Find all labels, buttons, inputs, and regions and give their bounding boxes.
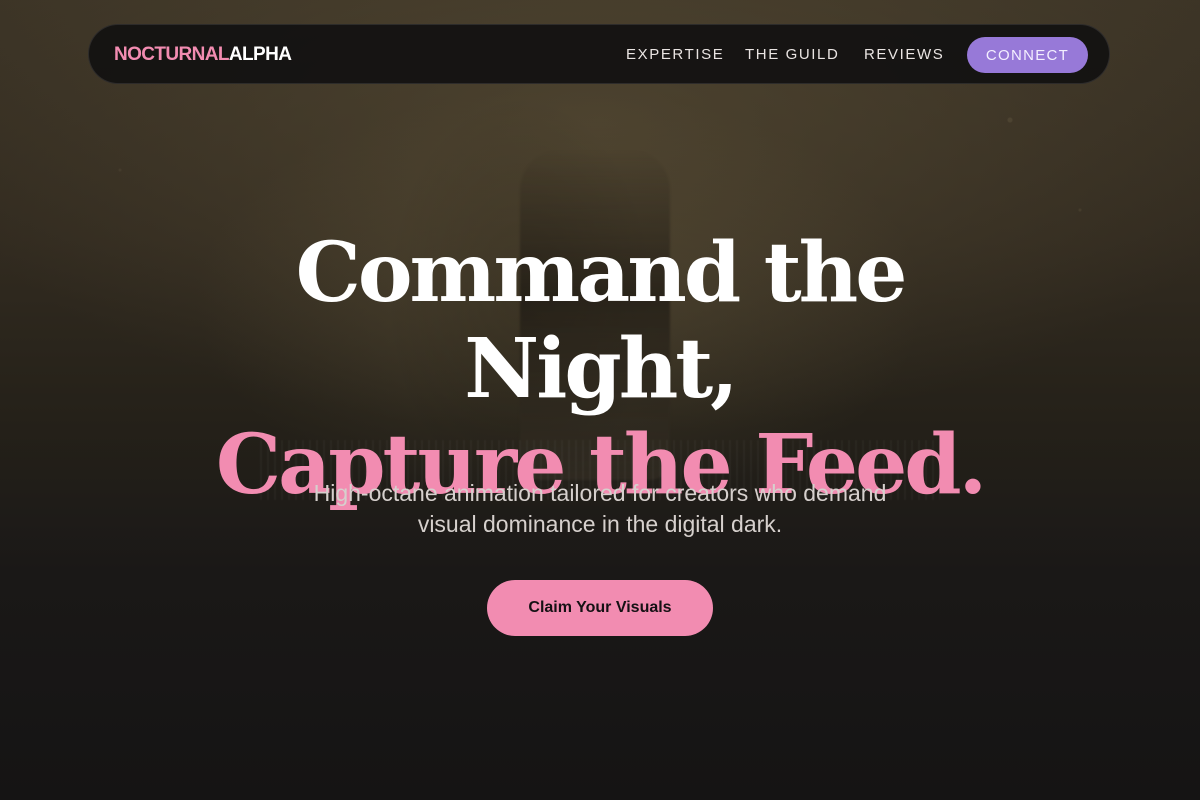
hero-subheadline: High-octane animation tailored for creat… bbox=[0, 478, 1200, 540]
nav-link-the-guild[interactable]: THE GUILD bbox=[745, 46, 839, 64]
hero-subheadline-line-1: High-octane animation tailored for creat… bbox=[313, 480, 887, 506]
brand-name-second: ALPHA bbox=[228, 44, 292, 65]
top-navbar: NOCTURNALALPHA EXPERTISE THE GUILD REVIE… bbox=[88, 24, 1110, 84]
claim-visuals-button[interactable]: Claim Your Visuals bbox=[487, 580, 713, 636]
hero-headline-line-2: Night, bbox=[464, 320, 738, 417]
hero-headline-line-1: Command the bbox=[295, 224, 908, 321]
connect-button[interactable]: CONNECT bbox=[967, 37, 1088, 73]
nav-link-expertise[interactable]: EXPERTISE bbox=[626, 46, 724, 64]
brand-name-first: NOCTURNAL bbox=[114, 44, 230, 65]
hero-headline: Command the Night, Capture the Feed. bbox=[0, 225, 1200, 513]
brand-logo[interactable]: NOCTURNALALPHA bbox=[114, 44, 292, 66]
nav-link-reviews[interactable]: REVIEWS bbox=[864, 46, 944, 64]
hero-subheadline-line-2: visual dominance in the digital dark. bbox=[417, 511, 783, 537]
